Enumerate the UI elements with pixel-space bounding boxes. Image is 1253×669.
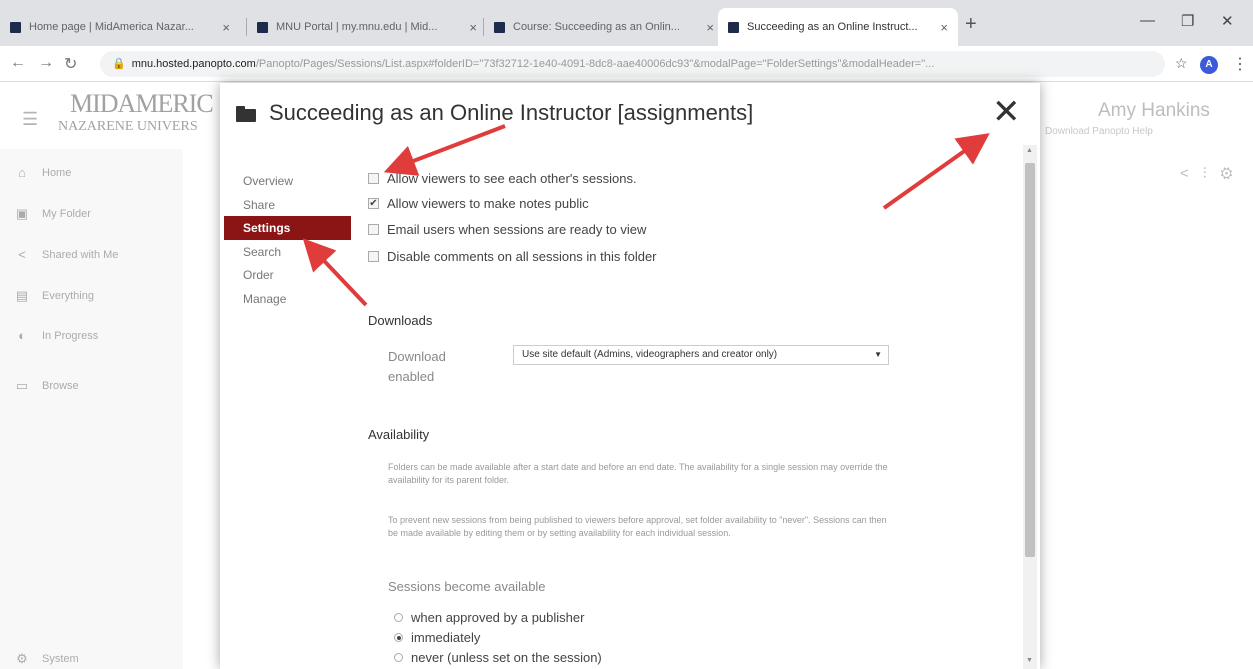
checkbox-label: Disable comments on all sessions in this… xyxy=(387,249,657,264)
maximize-icon[interactable]: ❐ xyxy=(1181,12,1194,30)
checkbox-label: Email users when sessions are ready to v… xyxy=(387,222,647,237)
availability-description: Folders can be made available after a st… xyxy=(388,462,888,485)
availability-note: To prevent new sessions from being publi… xyxy=(388,515,887,538)
radio-button[interactable] xyxy=(394,653,403,662)
checkbox-row[interactable]: Email users when sessions are ready to v… xyxy=(368,222,646,237)
browser-menu-icon[interactable]: ⋮ xyxy=(1232,54,1248,74)
radio-option[interactable]: when approved by a publisher xyxy=(394,610,584,625)
radio-button-selected[interactable] xyxy=(394,633,403,642)
sessions-available-heading: Sessions become available xyxy=(388,579,546,594)
scroll-up-icon[interactable]: ▲ xyxy=(1026,147,1033,154)
checkbox-label: Allow viewers to make notes public xyxy=(387,196,589,211)
checkbox-checked[interactable]: ✔ xyxy=(368,198,379,209)
tab-title: MNU Portal | my.mnu.edu | Mid... xyxy=(276,21,438,33)
favicon-icon xyxy=(728,21,739,33)
browser-tab[interactable]: Home page | MidAmerica Nazar... × xyxy=(0,8,240,46)
forward-icon[interactable]: → xyxy=(38,54,54,72)
address-bar[interactable]: 🔒 mnu.hosted.panopto.com/Panopto/Pages/Se… xyxy=(100,51,1165,77)
modal-scrollbar[interactable]: ▲ ▼ xyxy=(1023,145,1037,669)
minimize-icon[interactable]: — xyxy=(1140,12,1155,29)
folder-settings-modal: Succeeding as an Online Instructor [assi… xyxy=(220,83,1040,669)
address-row: ← → ↻ 🔒 mnu.hosted.panopto.com/Panopto/Pa… xyxy=(0,46,1253,82)
checkbox-row[interactable]: Allow viewers to see each other's sessio… xyxy=(368,171,637,186)
download-enabled-select[interactable]: Use site default (Admins, videographers … xyxy=(513,345,889,365)
radio-option[interactable]: never (unless set on the session) xyxy=(394,650,602,665)
tab-share[interactable]: Share xyxy=(224,193,351,217)
browser-tab-active[interactable]: Succeeding as an Online Instruct... × xyxy=(718,8,958,46)
tab-order[interactable]: Order xyxy=(224,263,351,287)
favicon-icon xyxy=(257,21,268,33)
browser-tab[interactable]: MNU Portal | my.mnu.edu | Mid... × xyxy=(247,8,487,46)
tab-title: Course: Succeeding as an Onlin... xyxy=(513,21,680,33)
browser-tab-bar: Home page | MidAmerica Nazar... × MNU Po… xyxy=(0,0,1253,46)
tab-settings[interactable]: Settings xyxy=(224,216,351,240)
tab-close-icon[interactable]: × xyxy=(469,20,477,35)
tab-title: Succeeding as an Online Instruct... xyxy=(747,21,918,33)
lock-icon: 🔒 xyxy=(112,58,126,70)
dropdown-arrow-icon: ▼ xyxy=(874,350,882,359)
radio-option[interactable]: immediately xyxy=(394,630,480,645)
back-icon[interactable]: ← xyxy=(10,54,26,72)
tab-close-icon[interactable]: × xyxy=(706,20,714,35)
url-path: /Panopto/Pages/Sessions/List.aspx#folder… xyxy=(255,58,935,70)
modal-header: Succeeding as an Online Instructor [assi… xyxy=(220,83,1040,145)
scroll-down-icon[interactable]: ▼ xyxy=(1026,657,1033,664)
profile-avatar[interactable]: A xyxy=(1200,56,1218,74)
checkbox[interactable] xyxy=(368,251,379,262)
download-enabled-label: Download enabled xyxy=(388,349,446,384)
tab-overview[interactable]: Overview xyxy=(224,169,351,193)
bookmark-star-icon[interactable]: ☆ xyxy=(1175,55,1188,72)
modal-nav: Overview Share Settings Search Order Man… xyxy=(224,169,351,310)
tab-close-icon[interactable]: × xyxy=(940,20,948,35)
availability-heading: Availability xyxy=(368,427,430,442)
new-tab-icon[interactable]: + xyxy=(965,13,977,36)
tab-manage[interactable]: Manage xyxy=(224,287,351,311)
tab-title: Home page | MidAmerica Nazar... xyxy=(29,21,194,33)
window-close-icon[interactable]: ✕ xyxy=(1221,12,1234,30)
close-modal-button[interactable]: ✕ xyxy=(992,95,1021,129)
modal-title: Succeeding as an Online Instructor [assi… xyxy=(269,100,754,125)
checkbox[interactable] xyxy=(368,224,379,235)
tab-search[interactable]: Search xyxy=(224,240,351,264)
browser-tab[interactable]: Course: Succeeding as an Onlin... × xyxy=(484,8,724,46)
checkbox-label: Allow viewers to see each other's sessio… xyxy=(387,171,637,186)
favicon-icon xyxy=(10,21,21,33)
url-host: mnu.hosted.panopto.com xyxy=(131,58,256,70)
checkbox-row[interactable]: Disable comments on all sessions in this… xyxy=(368,249,657,264)
checkbox[interactable] xyxy=(368,173,379,184)
folder-icon xyxy=(236,106,256,122)
scrollbar-thumb[interactable] xyxy=(1025,163,1035,557)
tab-close-icon[interactable]: × xyxy=(222,20,230,35)
checkbox-row[interactable]: ✔ Allow viewers to make notes public xyxy=(368,196,589,211)
downloads-heading: Downloads xyxy=(368,313,433,328)
favicon-icon xyxy=(494,21,505,33)
reload-icon[interactable]: ↻ xyxy=(64,54,77,74)
radio-button[interactable] xyxy=(394,613,403,622)
